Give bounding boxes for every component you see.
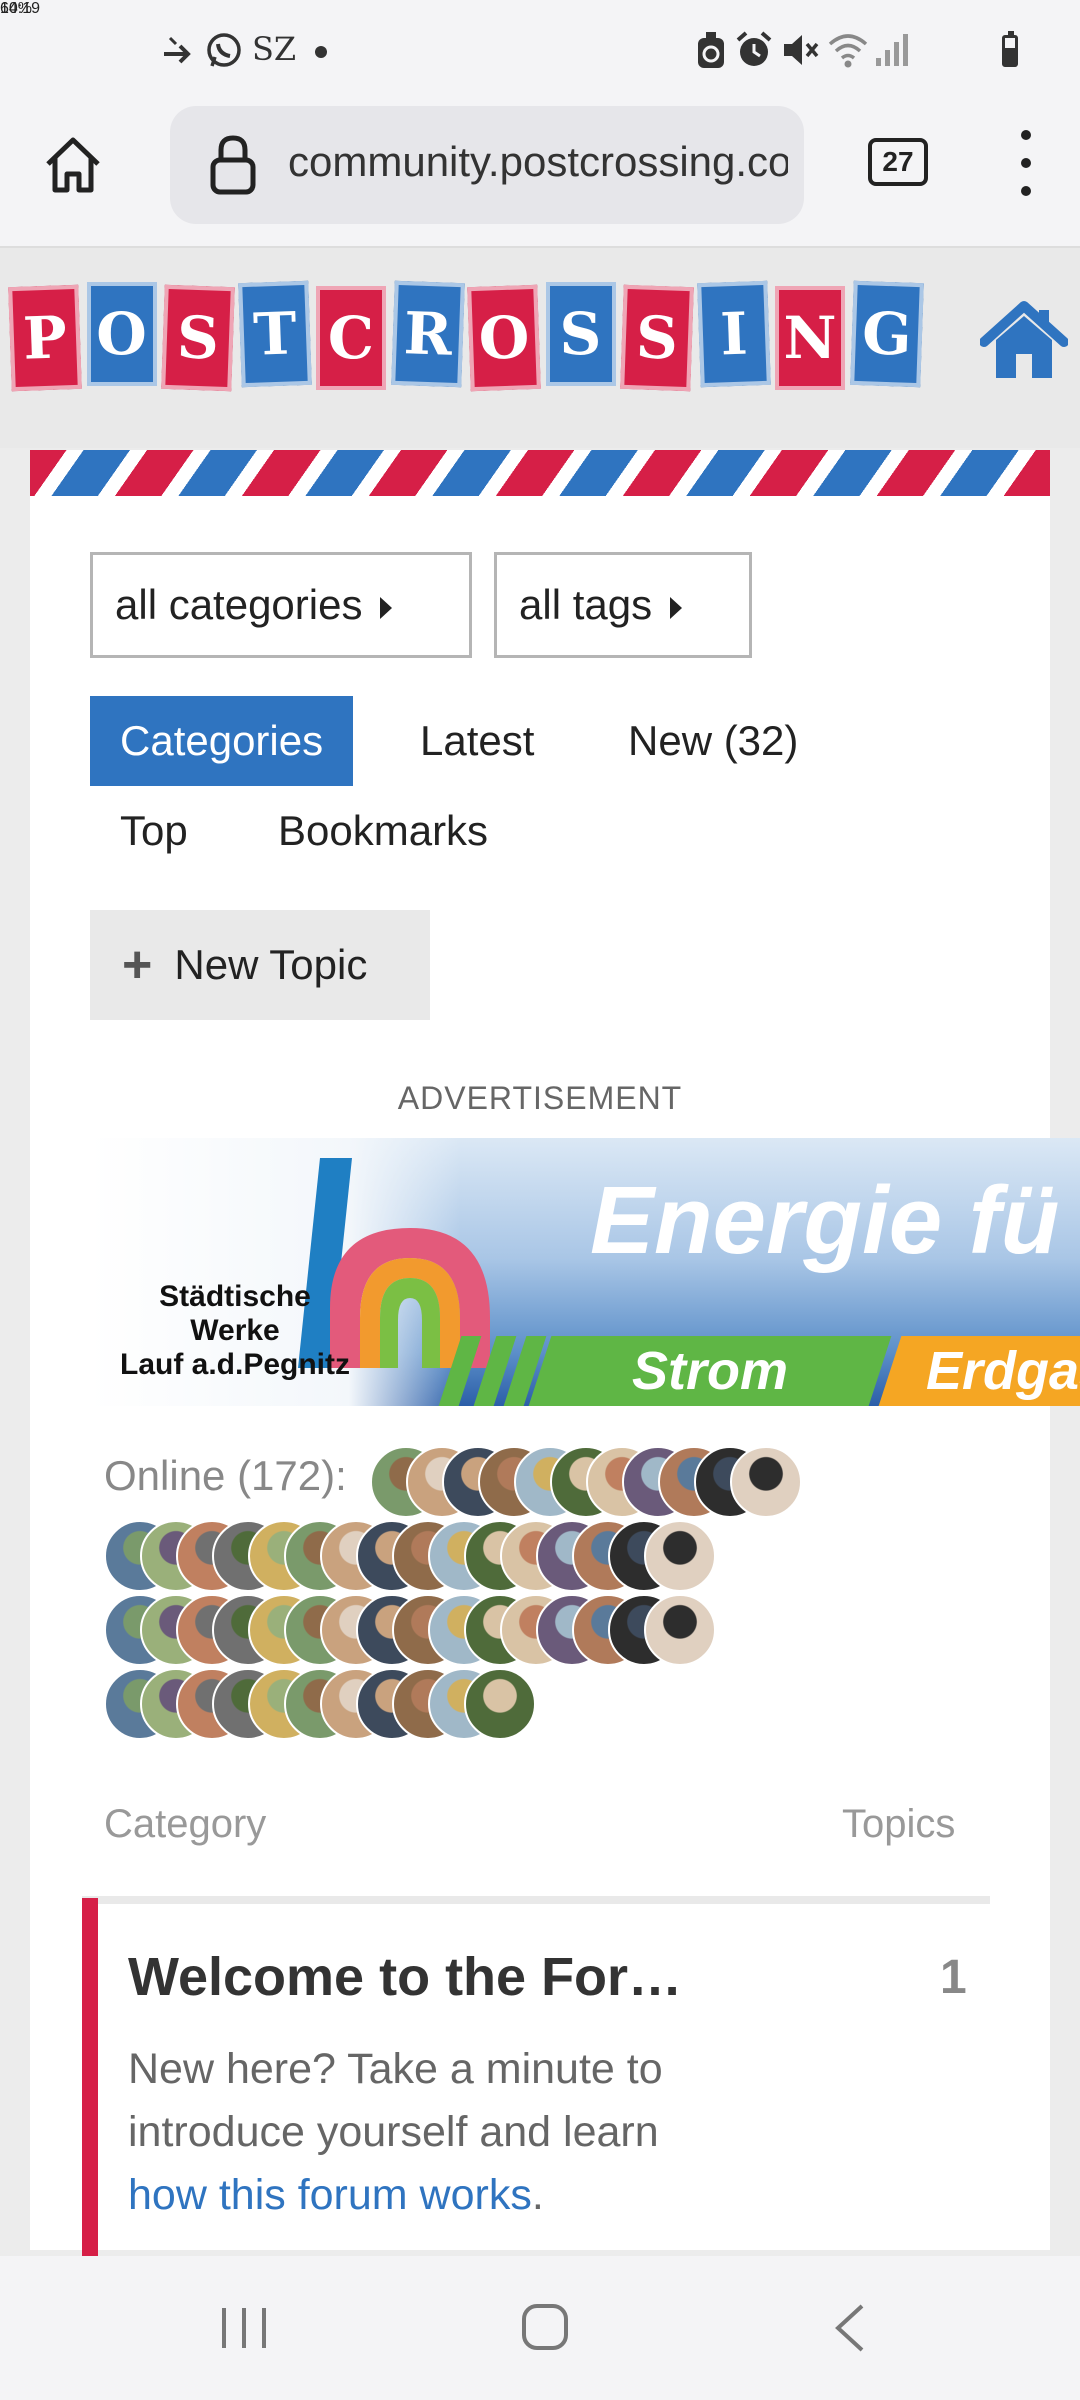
plus-icon: +: [122, 936, 153, 994]
caret-right-icon: [380, 596, 393, 619]
logo-letter: S: [545, 282, 616, 386]
ad-headline: Energie fü: [590, 1167, 1060, 1274]
home-square-icon: [522, 2304, 568, 2350]
call-forward-icon: [164, 36, 191, 64]
online-users-label: Online (172):: [104, 1452, 347, 1499]
logo-letter: P: [8, 284, 82, 392]
battery-icon: [1002, 31, 1018, 67]
home-icon: [46, 137, 100, 193]
home-nav-button[interactable]: [520, 2302, 570, 2352]
category-description-text: New here? Take a minute to introduce you…: [128, 2045, 663, 2156]
recycle-icon: [694, 30, 728, 70]
logo-letter: O: [86, 282, 157, 386]
category-description-suffix: .: [531, 2171, 544, 2219]
advertisement-banner[interactable]: Städtische Werke Lauf a.d.Pegnitz Energi…: [90, 1138, 1080, 1406]
airmail-stripe: [30, 450, 1050, 496]
tab-new[interactable]: New (32): [628, 696, 798, 786]
signal-icon: [874, 32, 910, 68]
category-topic-count: 1: [940, 1951, 967, 2004]
lock-icon[interactable]: [208, 134, 258, 196]
postcrossing-logo[interactable]: POSTCROSSING: [8, 280, 940, 396]
category-description: New here? Take a minute to introduce you…: [128, 2038, 748, 2227]
whatsapp-icon: [204, 30, 244, 70]
url-text[interactable]: community.postcrossing.com: [288, 138, 788, 186]
menu-dot-icon: [1021, 158, 1031, 168]
back-chevron-icon: [835, 2304, 864, 2352]
logo-letter: C: [316, 286, 386, 390]
status-left-icons: [160, 28, 340, 72]
ad-erdgas-label: Erdgas: [926, 1341, 1080, 1401]
sz-icon: SZ: [252, 30, 297, 68]
browser-menu-button[interactable]: [1016, 130, 1036, 210]
caret-right-icon: [670, 596, 683, 619]
logo-letter: I: [696, 280, 771, 388]
tab-top[interactable]: Top: [120, 786, 188, 876]
menu-dot-icon: [1021, 130, 1031, 140]
user-avatar[interactable]: [644, 1594, 716, 1666]
tab-bookmarks[interactable]: Bookmarks: [278, 786, 488, 876]
ad-brand-line-3: Lauf a.d.Pegnitz: [120, 1348, 351, 1381]
user-avatar[interactable]: [730, 1446, 802, 1518]
ad-brand-line-1: Städtische: [159, 1280, 311, 1313]
ad-brand-text: Städtische Werke Lauf a.d.Pegnitz: [120, 1280, 350, 1382]
recent-apps-icon: [222, 2308, 266, 2348]
category-dropdown[interactable]: all categories: [90, 552, 472, 658]
back-button[interactable]: [830, 2302, 870, 2354]
user-avatar[interactable]: [644, 1520, 716, 1592]
new-topic-label: New Topic: [174, 941, 368, 988]
wifi-icon: [826, 30, 870, 70]
ad-brand-line-2: Werke: [190, 1314, 280, 1347]
ad-erdgas-tag: Erdgas: [878, 1336, 1080, 1406]
home-link-icon[interactable]: [979, 298, 1069, 380]
tab-switcher-button[interactable]: 27: [868, 138, 928, 186]
logo-letter: G: [849, 280, 924, 388]
tab-categories[interactable]: Categories: [90, 696, 354, 786]
menu-dot-icon: [1021, 186, 1031, 196]
ad-strom-label: Strom: [631, 1341, 788, 1401]
logo-letter: T: [237, 280, 312, 388]
topics-column-header: Topics: [842, 1802, 956, 1846]
dot-icon: [315, 46, 327, 58]
tab-latest[interactable]: Latest: [420, 696, 534, 786]
tags-dropdown-label: all tags: [519, 581, 653, 628]
home-button[interactable]: [40, 132, 106, 198]
advertisement-label: ADVERTISEMENT: [397, 1080, 683, 1116]
mute-icon: [780, 30, 820, 70]
alarm-icon: [734, 30, 774, 70]
ad-strom-tag: Strom: [528, 1336, 892, 1406]
logo-letter: S: [620, 284, 694, 392]
header-divider: [82, 1896, 990, 1904]
logo-letter: R: [390, 280, 465, 388]
new-topic-button[interactable]: + New Topic: [90, 910, 430, 1020]
logo-letter: O: [467, 284, 541, 392]
recent-apps-button[interactable]: [218, 2306, 270, 2350]
tags-dropdown[interactable]: all tags: [494, 552, 752, 658]
battery-percent: 60%: [0, 0, 33, 17]
category-column-header: Category: [104, 1802, 267, 1846]
logo-letter: N: [775, 286, 845, 390]
category-color-bar: [82, 1898, 98, 2258]
category-title-link[interactable]: Welcome to the For…: [128, 1946, 682, 2008]
forum-help-link[interactable]: how this forum works: [128, 2171, 532, 2219]
logo-letter: S: [161, 284, 235, 392]
user-avatar[interactable]: [464, 1668, 536, 1740]
category-dropdown-label: all categories: [115, 581, 363, 628]
